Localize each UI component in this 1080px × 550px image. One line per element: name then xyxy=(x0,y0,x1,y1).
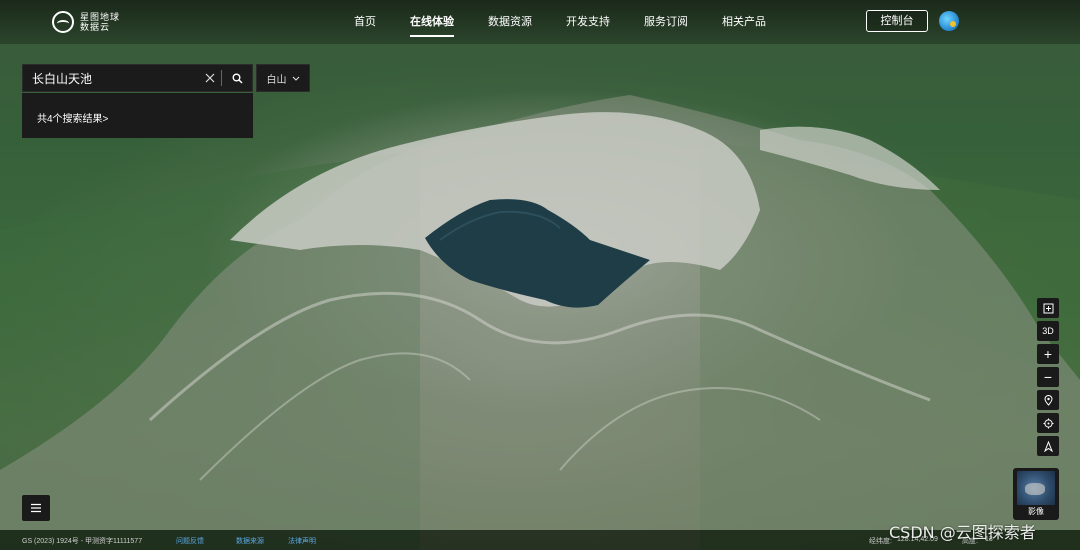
rect-select-icon xyxy=(1043,303,1053,313)
nav-item-online-experience[interactable]: 在线体验 xyxy=(410,0,454,44)
search-results-panel: 共4个搜索结果> xyxy=(22,93,253,138)
search-icon xyxy=(232,73,243,84)
nav-item-related-products[interactable]: 相关产品 xyxy=(722,0,766,44)
locate-me-button[interactable] xyxy=(1037,413,1059,433)
globe-logo-icon xyxy=(52,11,74,33)
zoom-in-button[interactable]: + xyxy=(1037,344,1059,364)
location-pin-icon xyxy=(1043,394,1053,406)
region-select[interactable]: 白山 xyxy=(256,64,310,92)
rect-select-button[interactable] xyxy=(1037,298,1059,318)
search-input[interactable] xyxy=(23,65,199,91)
feedback-link[interactable]: 问题反馈 xyxy=(176,536,204,546)
zoom-out-button[interactable]: − xyxy=(1037,367,1059,387)
close-icon xyxy=(205,73,215,83)
data-source-link[interactable]: 数据来源 xyxy=(236,536,264,546)
nav-item-home[interactable]: 首页 xyxy=(354,0,376,44)
list-icon xyxy=(31,503,41,513)
zoom-out-icon: − xyxy=(1043,369,1053,385)
watermark-text: CSDN @云图探索者 xyxy=(889,523,1036,542)
target-icon xyxy=(1043,418,1053,428)
layers-button[interactable] xyxy=(22,495,50,521)
main-nav: 首页 在线体验 数据资源 开发支持 服务订阅 相关产品 xyxy=(354,0,800,44)
brand-name: 星图地球 数据云 xyxy=(80,12,120,32)
zoom-in-icon: + xyxy=(1043,346,1053,362)
top-navigation-bar: 星图地球 数据云 首页 在线体验 数据资源 开发支持 服务订阅 相关产品 控制台 xyxy=(0,0,1080,44)
3d-view-button[interactable]: 3D xyxy=(1037,321,1059,341)
copyright-text: GS (2023) 1924号 - 甲测资字11111577 xyxy=(22,538,143,545)
nav-item-data-resources[interactable]: 数据资源 xyxy=(488,0,532,44)
search-results-link[interactable]: 共4个搜索结果> xyxy=(37,110,108,125)
compass-button[interactable] xyxy=(1037,436,1059,456)
basemap-label: 影像 xyxy=(1028,507,1044,516)
compass-icon xyxy=(1043,440,1053,452)
legal-link[interactable]: 法律声明 xyxy=(288,536,316,546)
chevron-down-icon xyxy=(292,76,299,81)
3d-view-icon: 3D xyxy=(1042,326,1054,336)
nav-item-service-subscription[interactable]: 服务订阅 xyxy=(644,0,688,44)
avatar[interactable] xyxy=(939,11,959,31)
location-button[interactable] xyxy=(1037,390,1059,410)
search-bar xyxy=(22,64,253,92)
search-button[interactable] xyxy=(222,65,252,91)
region-select-value: 白山 xyxy=(266,74,287,86)
basemap-switch-button[interactable]: 影像 xyxy=(1013,468,1059,520)
clear-search-button[interactable] xyxy=(199,65,221,91)
console-button[interactable]: 控制台 xyxy=(866,10,928,32)
nav-item-dev-support[interactable]: 开发支持 xyxy=(566,0,610,44)
brand-name-line2: 数据云 xyxy=(80,22,111,32)
map-tools: 3D + − xyxy=(1037,298,1059,459)
brand-logo[interactable]: 星图地球 数据云 xyxy=(52,10,120,34)
basemap-thumbnail xyxy=(1017,471,1055,505)
brand-name-line1: 星图地球 xyxy=(80,12,121,22)
